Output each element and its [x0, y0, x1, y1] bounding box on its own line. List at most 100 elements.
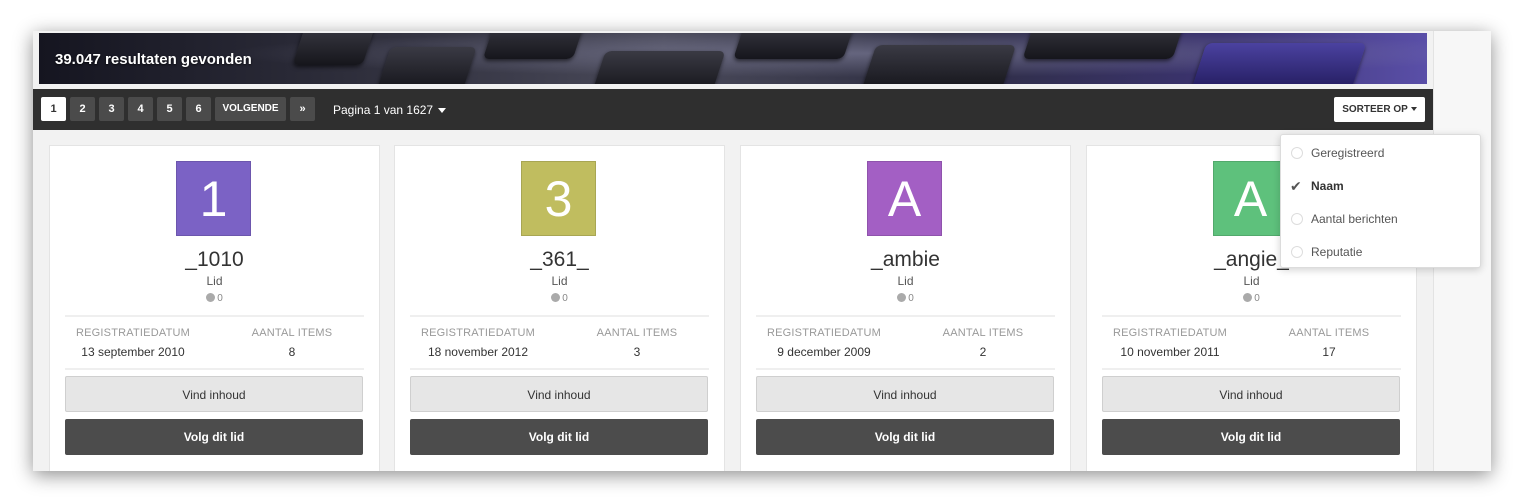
- member-role: Lid: [551, 274, 568, 288]
- sort-option-reputatie[interactable]: Reputatie: [1281, 237, 1480, 267]
- reputation-value: 0: [562, 293, 568, 304]
- items-stat: AANTAL ITEMS 17: [1254, 327, 1404, 359]
- page-button-6[interactable]: 6: [186, 97, 211, 121]
- page-button-3[interactable]: 3: [99, 97, 124, 121]
- member-card: 3 _361_ Lid 0 REGISTRATIEDATUM 18 november 20…: [394, 145, 725, 471]
- follow-member-button[interactable]: Volg dit lid: [410, 419, 708, 455]
- member-directory-window: 39.047 resultaten gevonden 1 2 3 4 5 6 VOLGEND…: [33, 31, 1491, 471]
- radio-icon: [1291, 246, 1303, 258]
- follow-member-button[interactable]: Volg dit lid: [1102, 419, 1400, 455]
- member-card: 1 _1010 Lid 0 REGISTRATIEDATUM 13 september 2…: [49, 145, 380, 471]
- main-content: 39.047 resultaten gevonden 1 2 3 4 5 6 VOLGEND…: [33, 31, 1433, 471]
- sort-option-geregistreerd[interactable]: Geregistreerd: [1281, 138, 1480, 168]
- items-label: AANTAL ITEMS: [596, 327, 678, 339]
- member-role: Lid: [897, 274, 914, 288]
- page-button-5[interactable]: 5: [157, 97, 182, 121]
- sort-button-label: SORTEER OP: [1342, 104, 1408, 115]
- items-label: AANTAL ITEMS: [942, 327, 1024, 339]
- page-button-1[interactable]: 1: [41, 97, 66, 121]
- items-count: 3: [633, 345, 641, 359]
- last-page-button[interactable]: »: [290, 97, 315, 121]
- chevron-down-icon: [1410, 107, 1417, 112]
- reputation-badge: 0: [50, 293, 379, 304]
- member-name[interactable]: _1010: [50, 248, 379, 272]
- items-label: AANTAL ITEMS: [1288, 327, 1370, 339]
- reputation-badge: 0: [741, 293, 1070, 304]
- find-content-button[interactable]: Vind inhoud: [410, 376, 708, 412]
- keyboard-key: [592, 51, 726, 84]
- follow-member-button[interactable]: Volg dit lid: [756, 419, 1054, 455]
- keyboard-key: [482, 33, 586, 59]
- registration-date: 13 september 2010: [81, 345, 185, 359]
- reputation-value: 0: [1254, 293, 1260, 304]
- find-content-button[interactable]: Vind inhoud: [65, 376, 363, 412]
- registration-date: 10 november 2011: [1120, 345, 1220, 359]
- items-stat: AANTAL ITEMS 2: [908, 327, 1058, 359]
- sort-option-label: Reputatie: [1311, 245, 1363, 259]
- sort-option-aantal-berichten[interactable]: Aantal berichten: [1281, 204, 1480, 234]
- divider: [410, 368, 709, 370]
- sort-dropdown-menu: Geregistreerd ✔ Naam Aantal berichten Reputa…: [1280, 134, 1481, 268]
- items-stat: AANTAL ITEMS 3: [562, 327, 712, 359]
- registration-label: REGISTRATIEDATUM: [75, 327, 191, 339]
- keyboard-key: [1022, 33, 1186, 59]
- sort-option-naam[interactable]: ✔ Naam: [1281, 171, 1480, 201]
- keyboard-key: [861, 45, 1017, 84]
- sort-option-label: Naam: [1311, 179, 1344, 193]
- checkmark-icon: ✔: [1290, 178, 1302, 194]
- sort-option-label: Geregistreerd: [1311, 146, 1385, 160]
- divider: [410, 315, 709, 317]
- avatar[interactable]: A: [1213, 161, 1288, 236]
- registration-date: 18 november 2012: [427, 345, 529, 359]
- reputation-value: 0: [908, 293, 914, 304]
- page-button-4[interactable]: 4: [128, 97, 153, 121]
- reputation-icon: [897, 293, 907, 302]
- reputation-icon: [206, 293, 216, 302]
- avatar[interactable]: 3: [521, 161, 596, 236]
- items-stat: AANTAL ITEMS 8: [217, 327, 367, 359]
- page-jump-dropdown[interactable]: Pagina 1 van 1627: [333, 103, 447, 117]
- radio-icon: [1291, 147, 1303, 159]
- items-count: 2: [979, 345, 987, 359]
- member-name[interactable]: _361_: [395, 248, 724, 272]
- divider: [65, 315, 364, 317]
- chevron-down-icon: [438, 108, 447, 114]
- member-card: A _ambie Lid 0 REGISTRATIEDATUM 9 december 20…: [740, 145, 1071, 471]
- member-name[interactable]: _ambie: [741, 248, 1070, 272]
- pagination-toolbar: 1 2 3 4 5 6 VOLGENDE» Pagina 1 van 1627 SORTEE…: [33, 89, 1433, 130]
- divider: [756, 315, 1055, 317]
- member-role: Lid: [206, 274, 223, 288]
- next-page-button[interactable]: VOLGENDE: [215, 97, 286, 121]
- registration-stat: REGISTRATIEDATUM 9 december 2009: [749, 327, 899, 359]
- registration-label: REGISTRATIEDATUM: [1112, 327, 1228, 339]
- divider: [1102, 315, 1401, 317]
- results-count-title: 39.047 resultaten gevonden: [55, 51, 252, 68]
- find-content-button[interactable]: Vind inhoud: [1102, 376, 1400, 412]
- find-content-button[interactable]: Vind inhoud: [756, 376, 1054, 412]
- registration-label: REGISTRATIEDATUM: [420, 327, 536, 339]
- registration-label: REGISTRATIEDATUM: [766, 327, 882, 339]
- member-role: Lid: [1243, 274, 1260, 288]
- avatar[interactable]: A: [867, 161, 942, 236]
- items-count: 8: [288, 345, 296, 359]
- reputation-icon: [1243, 293, 1253, 302]
- registration-stat: REGISTRATIEDATUM 10 november 2011: [1095, 327, 1245, 359]
- keyboard-key: [1191, 43, 1367, 84]
- items-count: 17: [1322, 345, 1336, 359]
- sort-option-label: Aantal berichten: [1311, 212, 1398, 226]
- radio-icon: [1291, 213, 1303, 225]
- avatar[interactable]: 1: [176, 161, 251, 236]
- sort-button[interactable]: SORTEER OP: [1334, 97, 1425, 122]
- reputation-badge: 0: [395, 293, 724, 304]
- reputation-badge: 0: [1087, 293, 1416, 304]
- results-banner: 39.047 resultaten gevonden: [39, 33, 1427, 84]
- page-button-2[interactable]: 2: [70, 97, 95, 121]
- registration-date: 9 december 2009: [777, 345, 871, 359]
- divider: [65, 368, 364, 370]
- registration-stat: REGISTRATIEDATUM 18 november 2012: [403, 327, 553, 359]
- follow-member-button[interactable]: Volg dit lid: [65, 419, 363, 455]
- items-label: AANTAL ITEMS: [251, 327, 333, 339]
- reputation-value: 0: [217, 293, 223, 304]
- keyboard-key: [377, 47, 477, 84]
- keyboard-key: [733, 33, 855, 59]
